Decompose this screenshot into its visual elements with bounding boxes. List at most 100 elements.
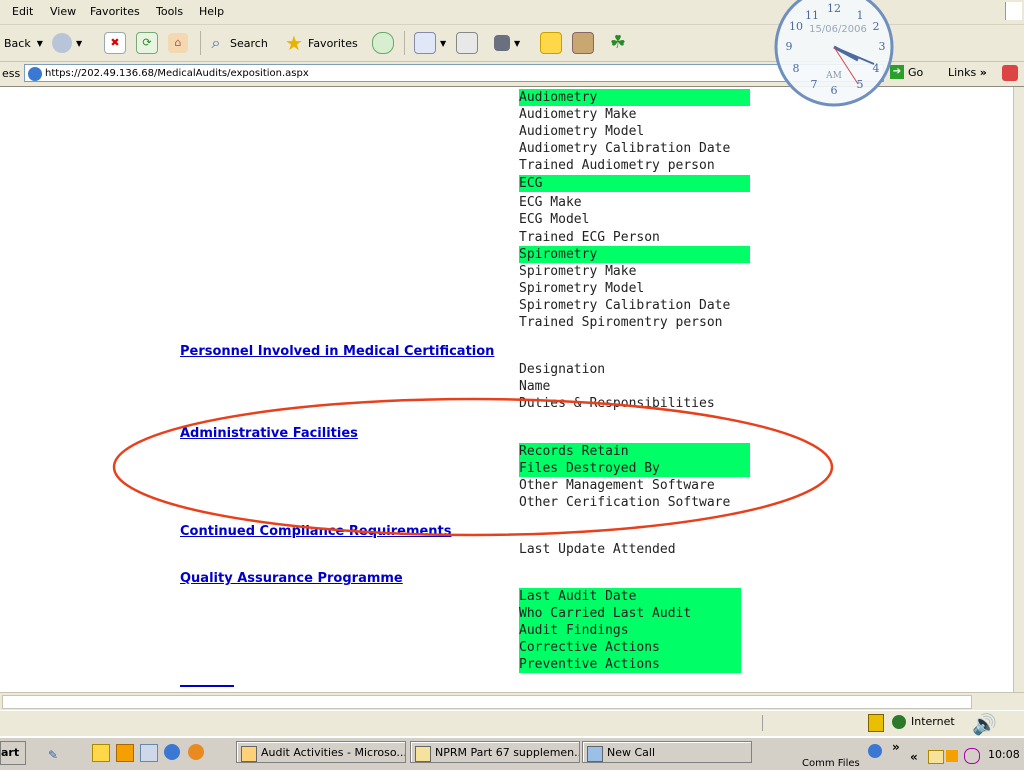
chevron-down-icon: ▼ [514,38,521,48]
speaker-icon[interactable]: 🔊 [972,712,997,736]
search-button[interactable]: ⌕ Search [206,31,268,55]
favorites-label: Favorites [308,36,358,50]
menu-favorites[interactable]: Favorites [90,5,140,18]
clock-number: 1 [857,9,864,22]
list-item: Who Carried Last Audit [519,605,741,622]
menu-help[interactable]: Help [199,5,224,18]
start-button[interactable]: art [0,741,26,765]
chevron-right-icon[interactable]: » [892,740,900,754]
list-item: Spirometry Calibration Date [519,298,731,313]
search-label: Search [230,36,268,50]
list-item: Audiometry Make [519,107,637,122]
taskbar-button-label: Audit Activities - Microso... [261,746,406,759]
go-label: Go [908,65,924,79]
links-label: Links [948,66,977,79]
favorites-button[interactable]: ★ Favorites [284,31,358,55]
list-item: Name [519,379,551,394]
clock-ampm: AM [825,71,842,81]
section-link-cutoff[interactable] [180,685,234,691]
folder-icon [540,32,562,54]
forward-button[interactable]: ▼ [52,31,82,55]
taskbar-clock: 10:08 [988,748,1020,761]
clock-widget: 12 1 2 3 4 5 6 7 8 9 10 11 15/06/2006 AM [774,0,894,107]
refresh-button[interactable]: ⟳ [136,31,162,55]
research-icon [572,32,594,54]
taskbar-button[interactable]: Audit Activities - Microso... [236,741,406,763]
list-item: Audit Findings [519,622,741,639]
clock-number: 2 [873,20,880,33]
research-button[interactable] [572,31,598,55]
messenger-button[interactable]: ☘ [608,31,632,55]
list-item: Audiometry [519,89,750,106]
list-item: Trained ECG Person [519,230,660,245]
list-item: Corrective Actions [519,639,741,656]
page-icon [28,67,42,81]
chevron-right-icon: » [979,66,987,79]
tray-label: Comm Files [802,758,860,769]
clock-number: 9 [786,40,793,53]
stop-icon: ✖ [104,32,126,54]
print-button[interactable] [456,31,482,55]
chevron-left-icon[interactable]: « [910,750,918,764]
quicklaunch-folder-icon[interactable] [92,744,110,762]
taskbar: art ✎ Audit Activities - Microso... NPRM… [0,736,1024,770]
refresh-icon: ⟳ [136,32,158,54]
scrollbar-thumb[interactable] [2,695,972,709]
section-link-quality[interactable]: Quality Assurance Programme [180,571,403,586]
chevron-down-icon: ▼ [36,38,43,48]
windows-logo-icon [1005,2,1022,20]
home-icon: ⌂ [168,33,188,53]
home-button[interactable]: ⌂ [168,31,192,55]
clock-date: 15/06/2006 [809,24,867,35]
outlook-icon [241,746,257,762]
tray-outlook-icon[interactable] [946,750,958,762]
list-item: Audiometry Calibration Date [519,141,731,156]
menu-edit[interactable]: Edit [12,5,33,18]
history-button[interactable] [372,31,398,55]
quicklaunch-desktop-icon[interactable] [140,744,158,762]
back-button[interactable]: Back ▼ [4,31,43,55]
forward-arrow-icon [52,33,72,53]
annotation-ellipse [112,397,834,537]
clock-number: 3 [879,40,886,53]
quicklaunch-outlook-icon[interactable] [116,744,134,762]
section-link-personnel[interactable]: Personnel Involved in Medical Certificat… [180,344,494,359]
toolbar-extra-icon[interactable] [1002,65,1018,81]
tray-status-icon[interactable] [964,748,980,764]
globe-icon [892,715,906,729]
folder-button[interactable] [540,31,566,55]
taskbar-button[interactable]: NPRM Part 67 supplemen... [410,741,580,763]
links-button[interactable]: Links » [948,66,987,79]
mail-button[interactable]: ▼ [414,31,446,55]
list-item: Spirometry Model [519,281,645,296]
chevron-down-icon: ▼ [440,38,447,48]
address-input[interactable]: https://202.49.136.68/MedicalAudits/expo… [24,64,884,82]
horizontal-scrollbar[interactable] [0,692,1024,711]
menu-tools[interactable]: Tools [156,5,183,18]
vertical-scrollbar[interactable] [1013,87,1024,692]
taskbar-button-label: NPRM Part 67 supplemen... [435,746,580,759]
chevron-down-icon: ▼ [76,38,83,48]
list-item: Last Audit Date [519,588,741,605]
quicklaunch-ie-icon[interactable] [164,744,180,760]
edit-icon [494,35,510,51]
list-item: Audiometry Model [519,124,645,139]
menu-view[interactable]: View [50,5,76,18]
list-item: Trained Spiromentry person [519,315,723,330]
tray-mail-icon[interactable] [928,750,944,764]
list-item: Spirometry [519,246,750,263]
mail-icon [414,32,436,54]
clock-number: 11 [805,9,819,22]
taskbar-button[interactable]: New Call [582,741,752,763]
status-zone: Internet [911,715,955,728]
stop-button[interactable]: ✖ [104,31,130,55]
mail-icon [415,746,431,762]
quicklaunch-icon[interactable]: ✎ [48,748,64,762]
list-item: ECG Model [519,212,590,227]
edit-button[interactable]: ▼ [494,31,520,55]
tray-icon[interactable] [868,744,882,758]
quicklaunch-app-icon[interactable] [188,744,204,760]
toolbar-separator [200,31,201,55]
printer-icon [456,32,478,54]
clock-number: 6 [831,84,838,97]
